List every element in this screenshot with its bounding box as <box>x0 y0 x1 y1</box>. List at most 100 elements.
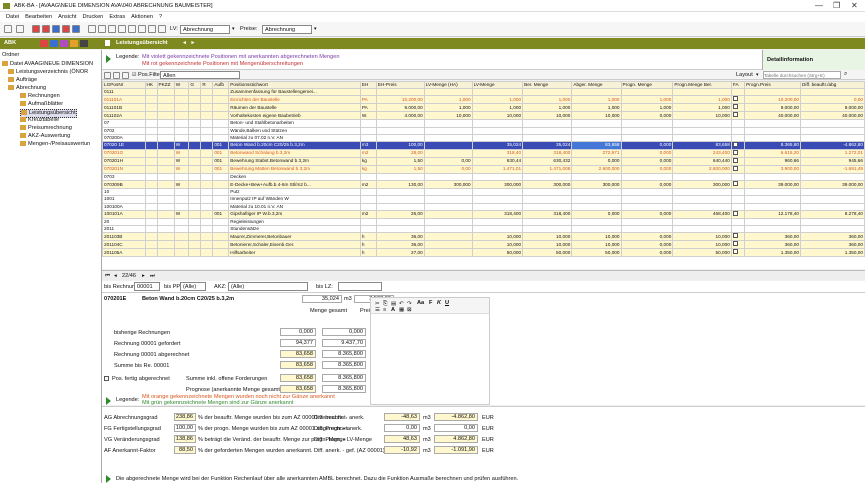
list-icon[interactable]: ☰ <box>375 307 380 313</box>
fertig-checkbox[interactable] <box>104 376 109 381</box>
grid-icon-2[interactable] <box>98 25 106 33</box>
table-row[interactable]: 201104C Betonierer,Schaler,Eisenb.Ger. h 36… <box>102 240 865 250</box>
column-header[interactable]: LV-Menge (HA) <box>423 81 473 90</box>
chevron-down-icon[interactable]: ▾ <box>232 26 235 32</box>
arrow-back-icon[interactable]: ◂ <box>183 40 186 46</box>
red-tool-icon-3[interactable] <box>62 25 70 33</box>
font-button[interactable]: Aa <box>417 300 424 306</box>
pp-select[interactable]: (Alle) <box>180 282 206 291</box>
table-row[interactable]: 201105A Hilfsarbeiter h 27,00 50,000 50,000 50… <box>102 248 865 258</box>
table-row[interactable]: 1001 Innenputz IP auf Wänden W <box>102 195 865 204</box>
minimize-icon[interactable]: — <box>815 1 823 10</box>
grid-icon-7[interactable] <box>148 25 156 33</box>
italic-button[interactable]: K <box>437 300 441 306</box>
attach-icon[interactable]: ⊠ <box>407 307 412 313</box>
grid-icon-4[interactable] <box>118 25 126 33</box>
tool-icon[interactable] <box>113 72 120 79</box>
table-row[interactable]: 0703 Decken <box>102 172 865 182</box>
column-header[interactable]: PKZZ <box>156 81 175 90</box>
menu-ansicht[interactable]: Ansicht <box>58 14 76 20</box>
table-search-input[interactable] <box>763 71 841 79</box>
column-header[interactable]: W <box>173 81 190 90</box>
grid-icon[interactable] <box>88 25 96 33</box>
grid-icon-8[interactable] <box>158 25 166 33</box>
grid-icon-5[interactable] <box>128 25 136 33</box>
red-tool-icon[interactable] <box>32 25 40 33</box>
color-chip[interactable] <box>80 40 88 47</box>
fa-checkbox[interactable] <box>732 249 738 255</box>
table-row[interactable]: 201103B Maurer,Zimmerer,Betonbauer h 36,00 1… <box>102 232 865 242</box>
column-header[interactable]: FA <box>730 81 746 90</box>
align-icon[interactable]: ≡ <box>383 307 386 313</box>
column-header[interactable]: EH-Preis <box>375 81 425 90</box>
fa-checkbox[interactable] <box>732 158 738 163</box>
note-editor[interactable]: ✂ ⎘ ▤ ↶ ↷ Aa F K U ☰ ≡ A ▦ ⊠ <box>370 297 490 405</box>
arrow-forward-icon[interactable]: ▸ <box>192 40 195 46</box>
table-row[interactable]: 0111 Zusammenfassung für Baustellengemei.… <box>102 88 865 97</box>
table-row[interactable]: 10 Putz <box>102 188 865 197</box>
table-row[interactable]: 070201N W 001 Bewehrung Matten Betonwand b.… <box>102 164 865 174</box>
table-row[interactable]: 011102A Vorhaltekosten eigene Baubetrieb W… <box>102 111 865 121</box>
table-row[interactable]: 07020 1E W 001 Beton Wand b.20cm C20/25 b.3… <box>102 140 865 150</box>
fa-checkbox[interactable] <box>732 181 738 187</box>
menu-extras[interactable]: Extras <box>109 14 125 20</box>
fa-checkbox[interactable] <box>732 104 738 110</box>
column-header[interactable]: EH <box>359 81 377 90</box>
column-header[interactable]: Diff. beauftr./abg <box>800 81 865 90</box>
column-header[interactable]: Progn. Menge <box>620 81 674 90</box>
search-icon[interactable]: ⌕ <box>844 71 847 78</box>
sidebar-item-kreuztabelle[interactable]: Kreuztabelle <box>20 117 59 124</box>
chevron-down-icon[interactable]: ▾ <box>314 26 317 32</box>
column-header[interactable]: Positionsstichwort <box>228 81 361 90</box>
fa-checkbox[interactable] <box>732 112 738 118</box>
table-row[interactable]: 070201H W 001 Bewehrung Stabst.Betonwand b.… <box>102 156 865 166</box>
prev-record-icon[interactable]: ◂ <box>114 273 117 279</box>
column-header[interactable]: Aufb <box>212 81 230 90</box>
column-header[interactable]: Progn.Menge Ber. <box>672 81 732 90</box>
fa-checkbox[interactable] <box>732 241 738 247</box>
tool-icon[interactable] <box>122 72 129 79</box>
column-header[interactable]: Ber. Menge <box>522 81 573 90</box>
table-row[interactable]: 07 Beton- und Stahlbetonarbeiten <box>102 119 865 128</box>
sidebar-item-akz[interactable]: AKZ-Auswertung <box>20 133 70 140</box>
sidebar-item-auftraege[interactable]: Aufträge <box>8 77 37 84</box>
blue-tool-icon-2[interactable] <box>72 25 80 33</box>
menu-drucken[interactable]: Drucken <box>82 14 103 20</box>
layout-label[interactable]: Layout <box>736 72 753 78</box>
table-row[interactable]: 011101B Räumen der Baustelle PA 9.000,00 1,0… <box>102 103 865 113</box>
sidebar-item-abrechnung[interactable]: Abrechnung <box>8 85 46 92</box>
fa-checkbox[interactable] <box>732 142 738 147</box>
column-header[interactable]: R <box>200 81 214 90</box>
color-chip[interactable] <box>40 40 48 47</box>
grid-icon-6[interactable] <box>138 25 146 33</box>
close-icon[interactable]: ✕ <box>851 1 858 10</box>
lv-select[interactable]: Abrechnung <box>180 25 230 34</box>
sidebar-root[interactable]: Datei AVAAG\NEUE DIMENSION <box>2 61 93 68</box>
color-chip[interactable] <box>70 40 78 47</box>
column-header[interactable]: LGPosNr <box>102 81 146 90</box>
lz-select[interactable] <box>338 282 382 291</box>
open-icon[interactable] <box>16 25 24 33</box>
chevron-down-icon[interactable]: ▾ <box>756 72 759 78</box>
menu-datei[interactable]: Datei <box>6 14 19 20</box>
maximize-icon[interactable]: ❐ <box>833 1 840 10</box>
menu-help[interactable]: ? <box>159 14 162 20</box>
column-header[interactable]: Abger. Menge <box>571 81 622 90</box>
column-header[interactable]: LV-Menge <box>471 81 524 90</box>
menu-aktionen[interactable]: Aktionen <box>131 14 153 20</box>
table-icon[interactable]: ▦ <box>399 307 404 313</box>
fa-checkbox[interactable] <box>732 166 738 171</box>
fa-checkbox[interactable] <box>732 150 738 155</box>
power-icon[interactable] <box>4 25 12 33</box>
pos-filter-select[interactable]: Allen <box>160 71 240 79</box>
next-record-icon[interactable]: ▸ <box>142 273 145 279</box>
font-color-icon[interactable]: A <box>391 307 395 313</box>
akz-select[interactable]: (Alle) <box>228 282 308 291</box>
tool-icon[interactable] <box>104 72 111 79</box>
preise-select[interactable]: Abrechnung <box>262 25 312 34</box>
table-row[interactable]: 0702 Wände,Balken und Stützen <box>102 126 865 135</box>
first-record-icon[interactable]: ⏮ <box>105 273 110 280</box>
table-row[interactable]: 20 Regieleistungen <box>102 217 865 226</box>
table-row[interactable]: 070200A Material zu 07.02 n.V. AN <box>102 133 865 142</box>
color-chip[interactable] <box>50 40 58 47</box>
